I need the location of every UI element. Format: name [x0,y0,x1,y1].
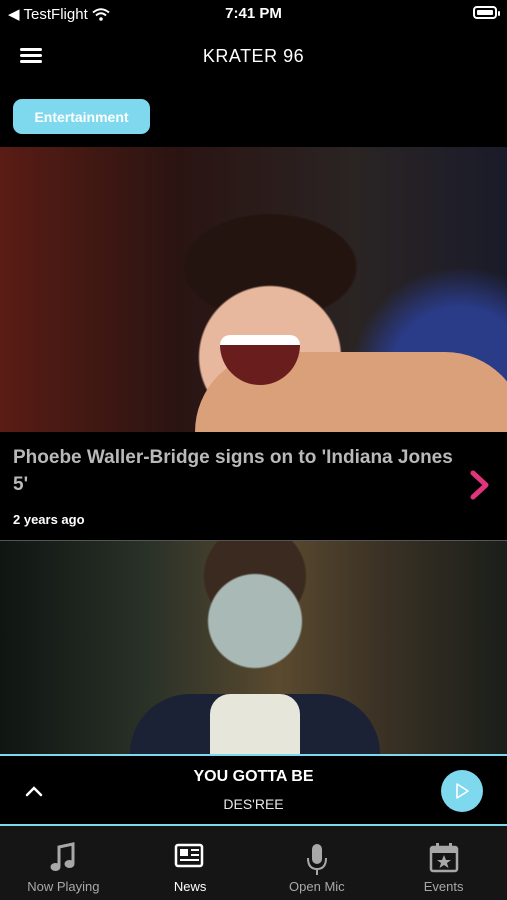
song-title: YOU GOTTA BE [193,768,314,785]
tab-label: Now Playing [27,879,100,894]
tab-bar: Now Playing News Open Mic Events [0,826,507,900]
image-shirt [210,694,300,754]
song-artist: DES'REE [223,796,284,812]
tab-news[interactable]: News [127,826,254,900]
play-icon [456,783,469,799]
tab-label: Open Mic [289,879,345,894]
chevron-right-icon[interactable] [468,470,492,500]
tab-events[interactable]: Events [380,826,507,900]
newspaper-icon [174,843,204,868]
category-chip[interactable]: Entertainment [13,99,150,134]
article-image[interactable] [0,147,507,432]
tab-open-mic[interactable]: Open Mic [254,826,381,900]
tab-now-playing[interactable]: Now Playing [0,826,127,900]
article-image-2[interactable] [0,541,507,754]
music-note-icon [50,842,75,871]
tab-label: Events [423,879,464,894]
page-title: KRATER 96 [202,46,305,66]
mini-player[interactable]: YOU GOTTA BE DES'REE [0,754,507,826]
microphone-icon [306,844,327,875]
article-title[interactable]: Phoebe Waller-Bridge signs on to 'Indian… [13,444,453,498]
play-button[interactable] [441,770,483,812]
battery-icon [473,6,500,19]
status-time: 7:41 PM [225,5,282,22]
status-bar: ◀ TestFlight 7:41 PM [0,0,507,28]
calendar-star-icon [429,843,458,873]
article-time: 2 years ago [13,512,85,527]
tab-label: News [173,879,207,894]
app-header: KRATER 96 [0,36,507,80]
